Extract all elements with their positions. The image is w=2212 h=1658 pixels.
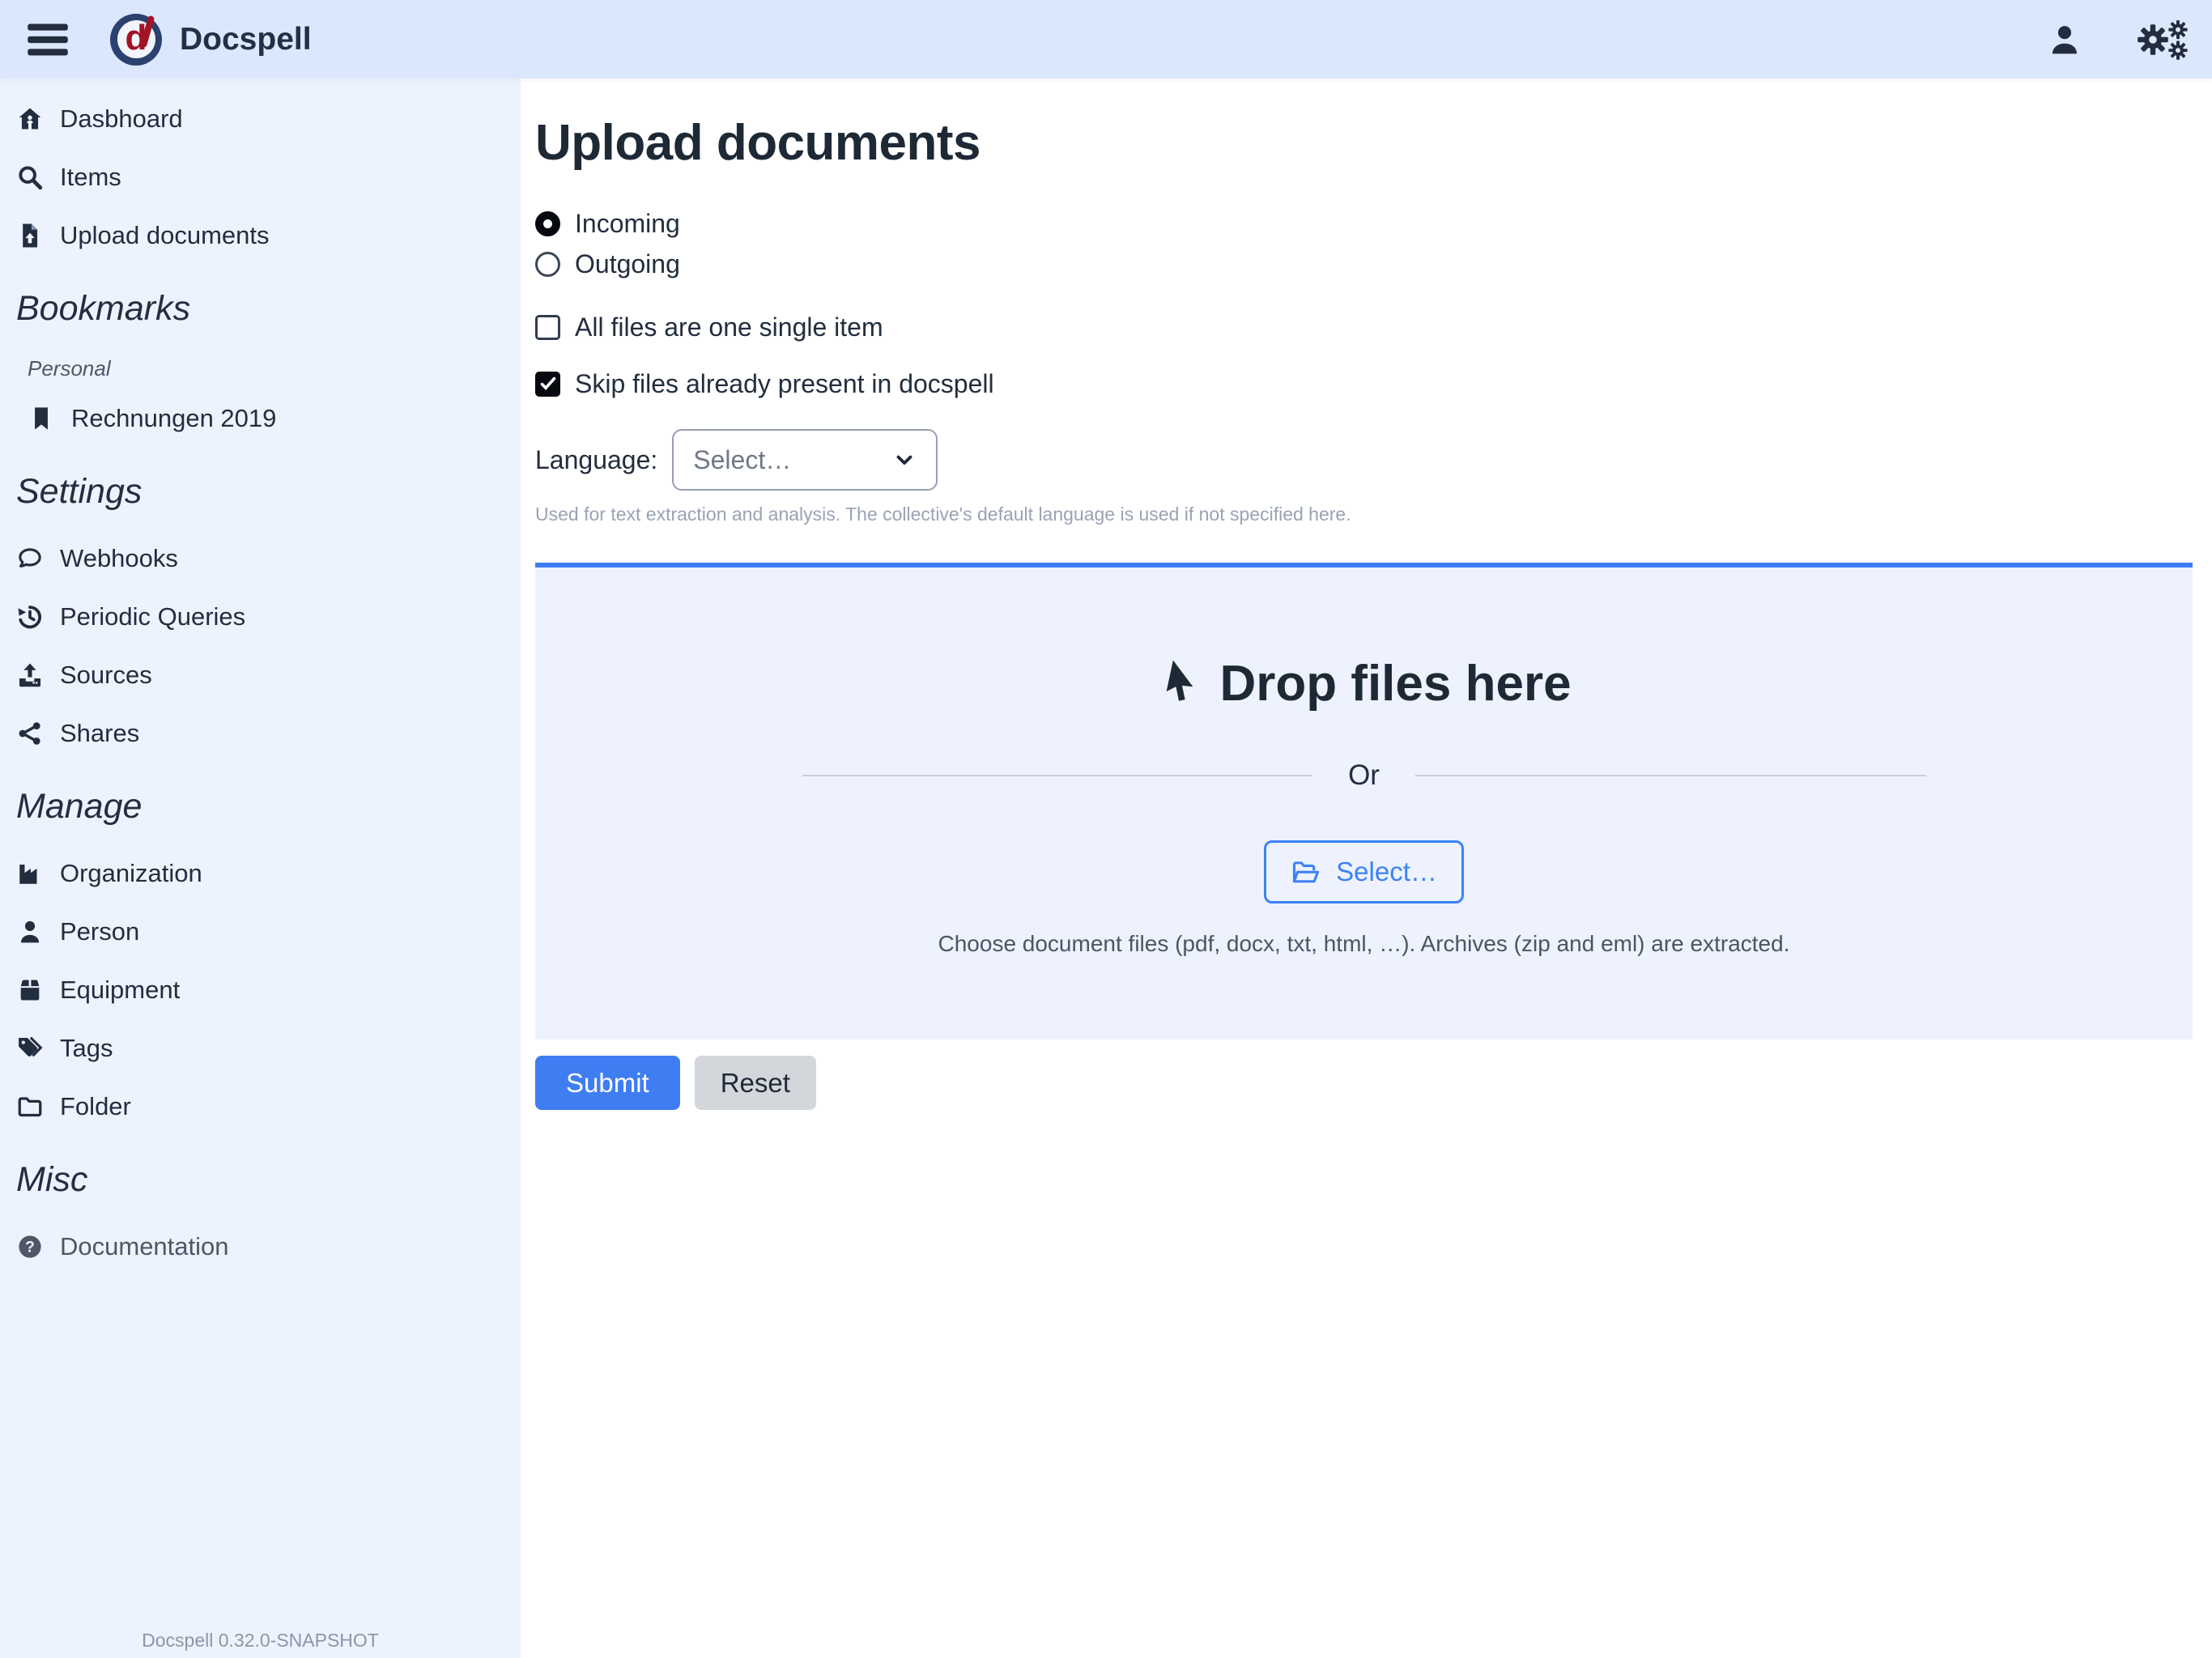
sidebar-item-label: Periodic Queries [60, 602, 245, 631]
select-files-button[interactable]: Select… [1264, 840, 1464, 903]
app-title: Docspell [180, 22, 312, 57]
arrow-pointer-icon [1156, 659, 1202, 709]
sidebar-section-settings: Settings [16, 472, 506, 512]
checkbox-single-item[interactable]: All files are one single item [535, 311, 2193, 343]
folder-open-icon [1291, 858, 1321, 886]
sidebar-item-sources[interactable]: Sources [16, 656, 506, 695]
sidebar-section-bookmarks: Bookmarks [16, 289, 506, 329]
sidebar-item-periodic-queries[interactable]: Periodic Queries [16, 597, 506, 636]
divider-line [802, 775, 1313, 776]
radio-selected-icon[interactable] [535, 211, 560, 236]
bookmark-group-label: Personal [28, 356, 506, 381]
sidebar-section-manage: Manage [16, 787, 506, 827]
check-icon [538, 374, 558, 393]
select-files-label: Select… [1336, 857, 1437, 887]
submit-button[interactable]: Submit [535, 1056, 680, 1110]
divider-line [1415, 775, 1926, 776]
sidebar-section-misc: Misc [16, 1160, 506, 1200]
sidebar-item-label: Person [60, 917, 139, 946]
sidebar-item-dashboard[interactable]: Dasbhoard [16, 100, 506, 138]
box-icon [16, 976, 44, 1004]
sidebar-item-tags[interactable]: Tags [16, 1029, 506, 1068]
menu-icon[interactable] [26, 21, 70, 58]
checkbox-label: Skip files already present in docspell [575, 369, 994, 399]
top-navbar: d Docspell [0, 0, 2212, 79]
sidebar-item-equipment[interactable]: Equipment [16, 971, 506, 1010]
language-select-value: Select… [693, 445, 791, 475]
or-divider: Or [802, 759, 1926, 792]
radio-outgoing[interactable]: Outgoing [535, 248, 2193, 280]
file-dropzone[interactable]: Drop files here Or Select… Choose docume… [535, 563, 2193, 1039]
upload-icon [16, 661, 44, 689]
app-version: Docspell 0.32.0-SNAPSHOT [0, 1630, 521, 1652]
comment-icon [16, 545, 44, 572]
sidebar-item-label: Dasbhoard [60, 104, 183, 134]
dropzone-title: Drop files here [1219, 655, 1571, 712]
settings-gears-icon[interactable] [2133, 19, 2191, 61]
chevron-down-icon [892, 448, 917, 472]
language-select[interactable]: Select… [672, 429, 938, 491]
person-icon [16, 918, 44, 946]
app-logo-home-link[interactable]: d Docspell [110, 14, 312, 66]
sidebar-item-label: Equipment [60, 976, 180, 1005]
user-account-icon[interactable] [2047, 22, 2082, 57]
bookmark-icon [28, 405, 55, 432]
share-nodes-icon [16, 720, 44, 747]
reset-button[interactable]: Reset [695, 1056, 816, 1110]
sidebar-item-shares[interactable]: Shares [16, 714, 506, 753]
sidebar-item-person[interactable]: Person [16, 912, 506, 951]
sidebar-item-label: Items [60, 163, 121, 192]
history-icon [16, 603, 44, 631]
sidebar-item-label: Webhooks [60, 544, 178, 573]
or-label: Or [1348, 759, 1380, 792]
sidebar-item-webhooks[interactable]: Webhooks [16, 539, 506, 578]
folder-icon [16, 1093, 44, 1120]
sidebar-item-bookmark-rechnungen-2019[interactable]: Rechnungen 2019 [28, 399, 506, 438]
tags-icon [16, 1035, 44, 1062]
dropzone-title-row: Drop files here [1156, 655, 1571, 712]
svg-text:?: ? [25, 1239, 35, 1256]
dropzone-description: Choose document files (pdf, docx, txt, h… [938, 931, 1790, 957]
sidebar-item-documentation[interactable]: ? Documentation [16, 1227, 506, 1266]
language-help-text: Used for text extraction and analysis. T… [535, 504, 2193, 525]
sidebar-item-folder[interactable]: Folder [16, 1087, 506, 1126]
sidebar: Dasbhoard Items Upload documents Bookmar… [0, 79, 521, 1658]
question-circle-icon: ? [16, 1233, 44, 1261]
search-icon [16, 164, 44, 191]
sidebar-item-organization[interactable]: Organization [16, 854, 506, 893]
sidebar-item-upload-documents[interactable]: Upload documents [16, 216, 506, 255]
radio-label: Outgoing [575, 249, 680, 279]
file-upload-icon [16, 222, 44, 249]
home-icon [16, 105, 44, 133]
checkbox-unchecked-icon[interactable] [535, 315, 560, 340]
sidebar-item-label: Documentation [60, 1232, 229, 1261]
docspell-logo-icon: d [110, 14, 162, 66]
industry-icon [16, 860, 44, 887]
sidebar-item-label: Folder [60, 1092, 131, 1121]
sidebar-item-items[interactable]: Items [16, 158, 506, 197]
sidebar-item-label: Shares [60, 719, 139, 748]
sidebar-item-label: Rechnungen 2019 [71, 404, 276, 433]
radio-incoming[interactable]: Incoming [535, 207, 2193, 240]
sidebar-item-label: Tags [60, 1034, 113, 1063]
checkbox-label: All files are one single item [575, 312, 883, 342]
sidebar-item-label: Organization [60, 859, 202, 888]
language-label: Language: [535, 445, 657, 475]
radio-unselected-icon[interactable] [535, 252, 560, 277]
radio-label: Incoming [575, 209, 680, 239]
checkbox-checked-icon[interactable] [535, 372, 560, 397]
page-title: Upload documents [535, 114, 2193, 172]
checkbox-skip-duplicates[interactable]: Skip files already present in docspell [535, 368, 2193, 400]
sidebar-item-label: Sources [60, 661, 152, 690]
sidebar-item-label: Upload documents [60, 221, 270, 250]
main-content: Upload documents Incoming Outgoing All f… [521, 79, 2212, 1658]
